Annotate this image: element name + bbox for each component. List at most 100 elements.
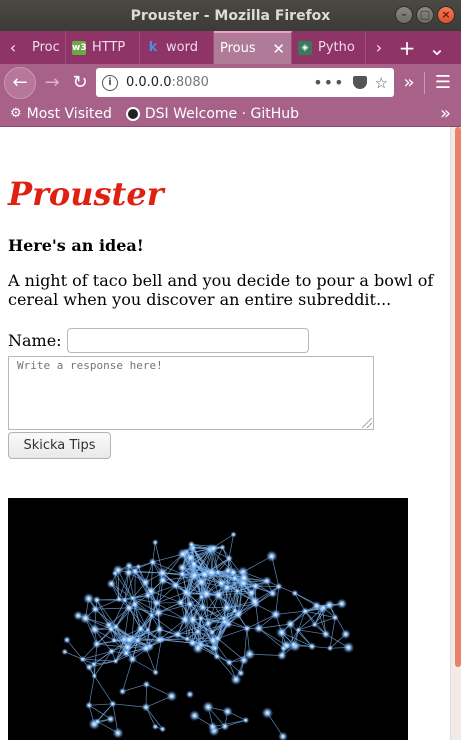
url-bar[interactable]: i 0.0.0.0:8080 ••• ☆ xyxy=(96,68,394,97)
toolbar-overflow-button[interactable]: » xyxy=(398,72,420,93)
tab-label: Proc xyxy=(32,40,59,55)
tab-scroll-left-button[interactable]: ‹ xyxy=(0,31,26,64)
network-node xyxy=(79,612,92,625)
reload-button[interactable]: ↻ xyxy=(68,72,92,93)
tab-2[interactable]: k word xyxy=(140,31,214,64)
network-node xyxy=(285,618,296,630)
network-node xyxy=(180,587,191,598)
bookmarks-overflow-button[interactable]: » xyxy=(440,103,451,124)
name-input[interactable] xyxy=(67,328,309,353)
response-textarea[interactable] xyxy=(8,356,374,430)
tab-label: HTTP xyxy=(92,40,126,55)
gear-icon: ⚙ xyxy=(10,106,22,121)
network-node xyxy=(220,614,228,622)
tab-scroll-right-button[interactable]: › xyxy=(366,31,392,64)
network-node xyxy=(92,639,102,649)
network-node xyxy=(207,721,218,732)
window-controls: – □ × xyxy=(395,6,455,24)
network-node xyxy=(301,607,310,616)
tab-active[interactable]: Prous ✕ xyxy=(214,31,292,64)
back-button[interactable]: ← xyxy=(4,66,36,99)
network-node xyxy=(248,595,261,608)
network-node xyxy=(140,643,152,654)
network-node xyxy=(85,701,93,710)
url-text[interactable]: 0.0.0.0:8080 xyxy=(126,75,305,90)
network-node xyxy=(205,566,218,579)
idea-heading: Here's an idea! xyxy=(8,236,144,255)
maximize-button[interactable]: □ xyxy=(416,6,434,24)
network-node xyxy=(143,591,152,600)
network-node xyxy=(144,626,151,634)
prompt-text: A night of taco bell and you decide to p… xyxy=(8,271,434,309)
tab-4[interactable]: ◈ Pytho xyxy=(292,31,366,64)
network-node xyxy=(222,582,232,593)
list-all-tabs-button[interactable]: ⌄ xyxy=(422,31,452,64)
network-node xyxy=(342,641,355,654)
network-node xyxy=(209,543,219,553)
network-node xyxy=(202,701,214,713)
network-node xyxy=(326,644,334,652)
network-node xyxy=(157,574,169,586)
network-node xyxy=(208,628,216,636)
page-scrollbar-thumb[interactable] xyxy=(455,127,461,667)
network-node xyxy=(274,582,283,591)
window-close-button[interactable]: × xyxy=(437,6,455,24)
network-node xyxy=(265,550,278,563)
textarea-resize-handle[interactable] xyxy=(362,418,372,428)
brain-network-image xyxy=(8,498,408,740)
network-node xyxy=(311,621,318,628)
tab-close-icon[interactable]: ✕ xyxy=(272,40,285,58)
network-node xyxy=(151,723,159,731)
network-node xyxy=(270,608,282,620)
network-node xyxy=(212,589,225,601)
network-node xyxy=(223,565,233,575)
minimize-button[interactable]: – xyxy=(395,6,413,24)
tab-1[interactable]: w3 HTTP xyxy=(66,31,140,64)
hamburger-menu-icon[interactable]: ☰ xyxy=(429,72,457,93)
network-node xyxy=(231,607,239,614)
network-node xyxy=(275,626,288,639)
network-node xyxy=(211,644,219,652)
network-node xyxy=(151,598,162,608)
network-node xyxy=(154,635,164,645)
network-node xyxy=(221,602,233,613)
bookmark-dsi-welcome[interactable]: DSI Welcome · GitHub xyxy=(125,106,299,122)
network-node xyxy=(243,648,256,661)
network-node xyxy=(324,599,335,611)
network-node xyxy=(177,548,189,560)
network-node xyxy=(192,642,204,655)
network-node xyxy=(242,716,250,724)
network-node xyxy=(83,592,95,605)
network-node xyxy=(220,722,230,731)
submit-tips-button[interactable]: Skicka Tips xyxy=(8,432,111,459)
bookmark-star-icon[interactable]: ☆ xyxy=(375,74,388,92)
network-node xyxy=(121,597,128,604)
network-node xyxy=(268,588,278,599)
network-node xyxy=(148,557,158,567)
network-node xyxy=(142,680,151,689)
page-title: Prouster xyxy=(8,175,164,213)
network-node xyxy=(170,580,181,590)
new-tab-button[interactable]: + xyxy=(392,31,422,64)
network-node xyxy=(106,578,117,589)
network-node xyxy=(203,618,213,628)
tab-label: word xyxy=(166,40,198,55)
network-node xyxy=(151,539,159,546)
forward-button[interactable]: → xyxy=(40,72,64,93)
pocket-icon[interactable] xyxy=(352,76,367,89)
network-node xyxy=(336,598,348,610)
network-node xyxy=(321,629,331,639)
network-node xyxy=(213,634,222,643)
network-node xyxy=(63,636,71,644)
bookmark-label: Most Visited xyxy=(26,105,112,122)
network-node xyxy=(222,706,233,717)
network-node xyxy=(261,706,274,719)
bookmark-most-visited[interactable]: ⚙ Most Visited xyxy=(10,106,112,122)
tab-0[interactable]: Proc xyxy=(26,31,66,64)
site-info-icon[interactable]: i xyxy=(102,74,118,91)
network-node xyxy=(213,652,221,661)
network-node xyxy=(88,623,101,636)
page-actions-button[interactable]: ••• xyxy=(313,73,344,92)
network-node xyxy=(109,700,117,708)
network-node xyxy=(230,531,237,538)
